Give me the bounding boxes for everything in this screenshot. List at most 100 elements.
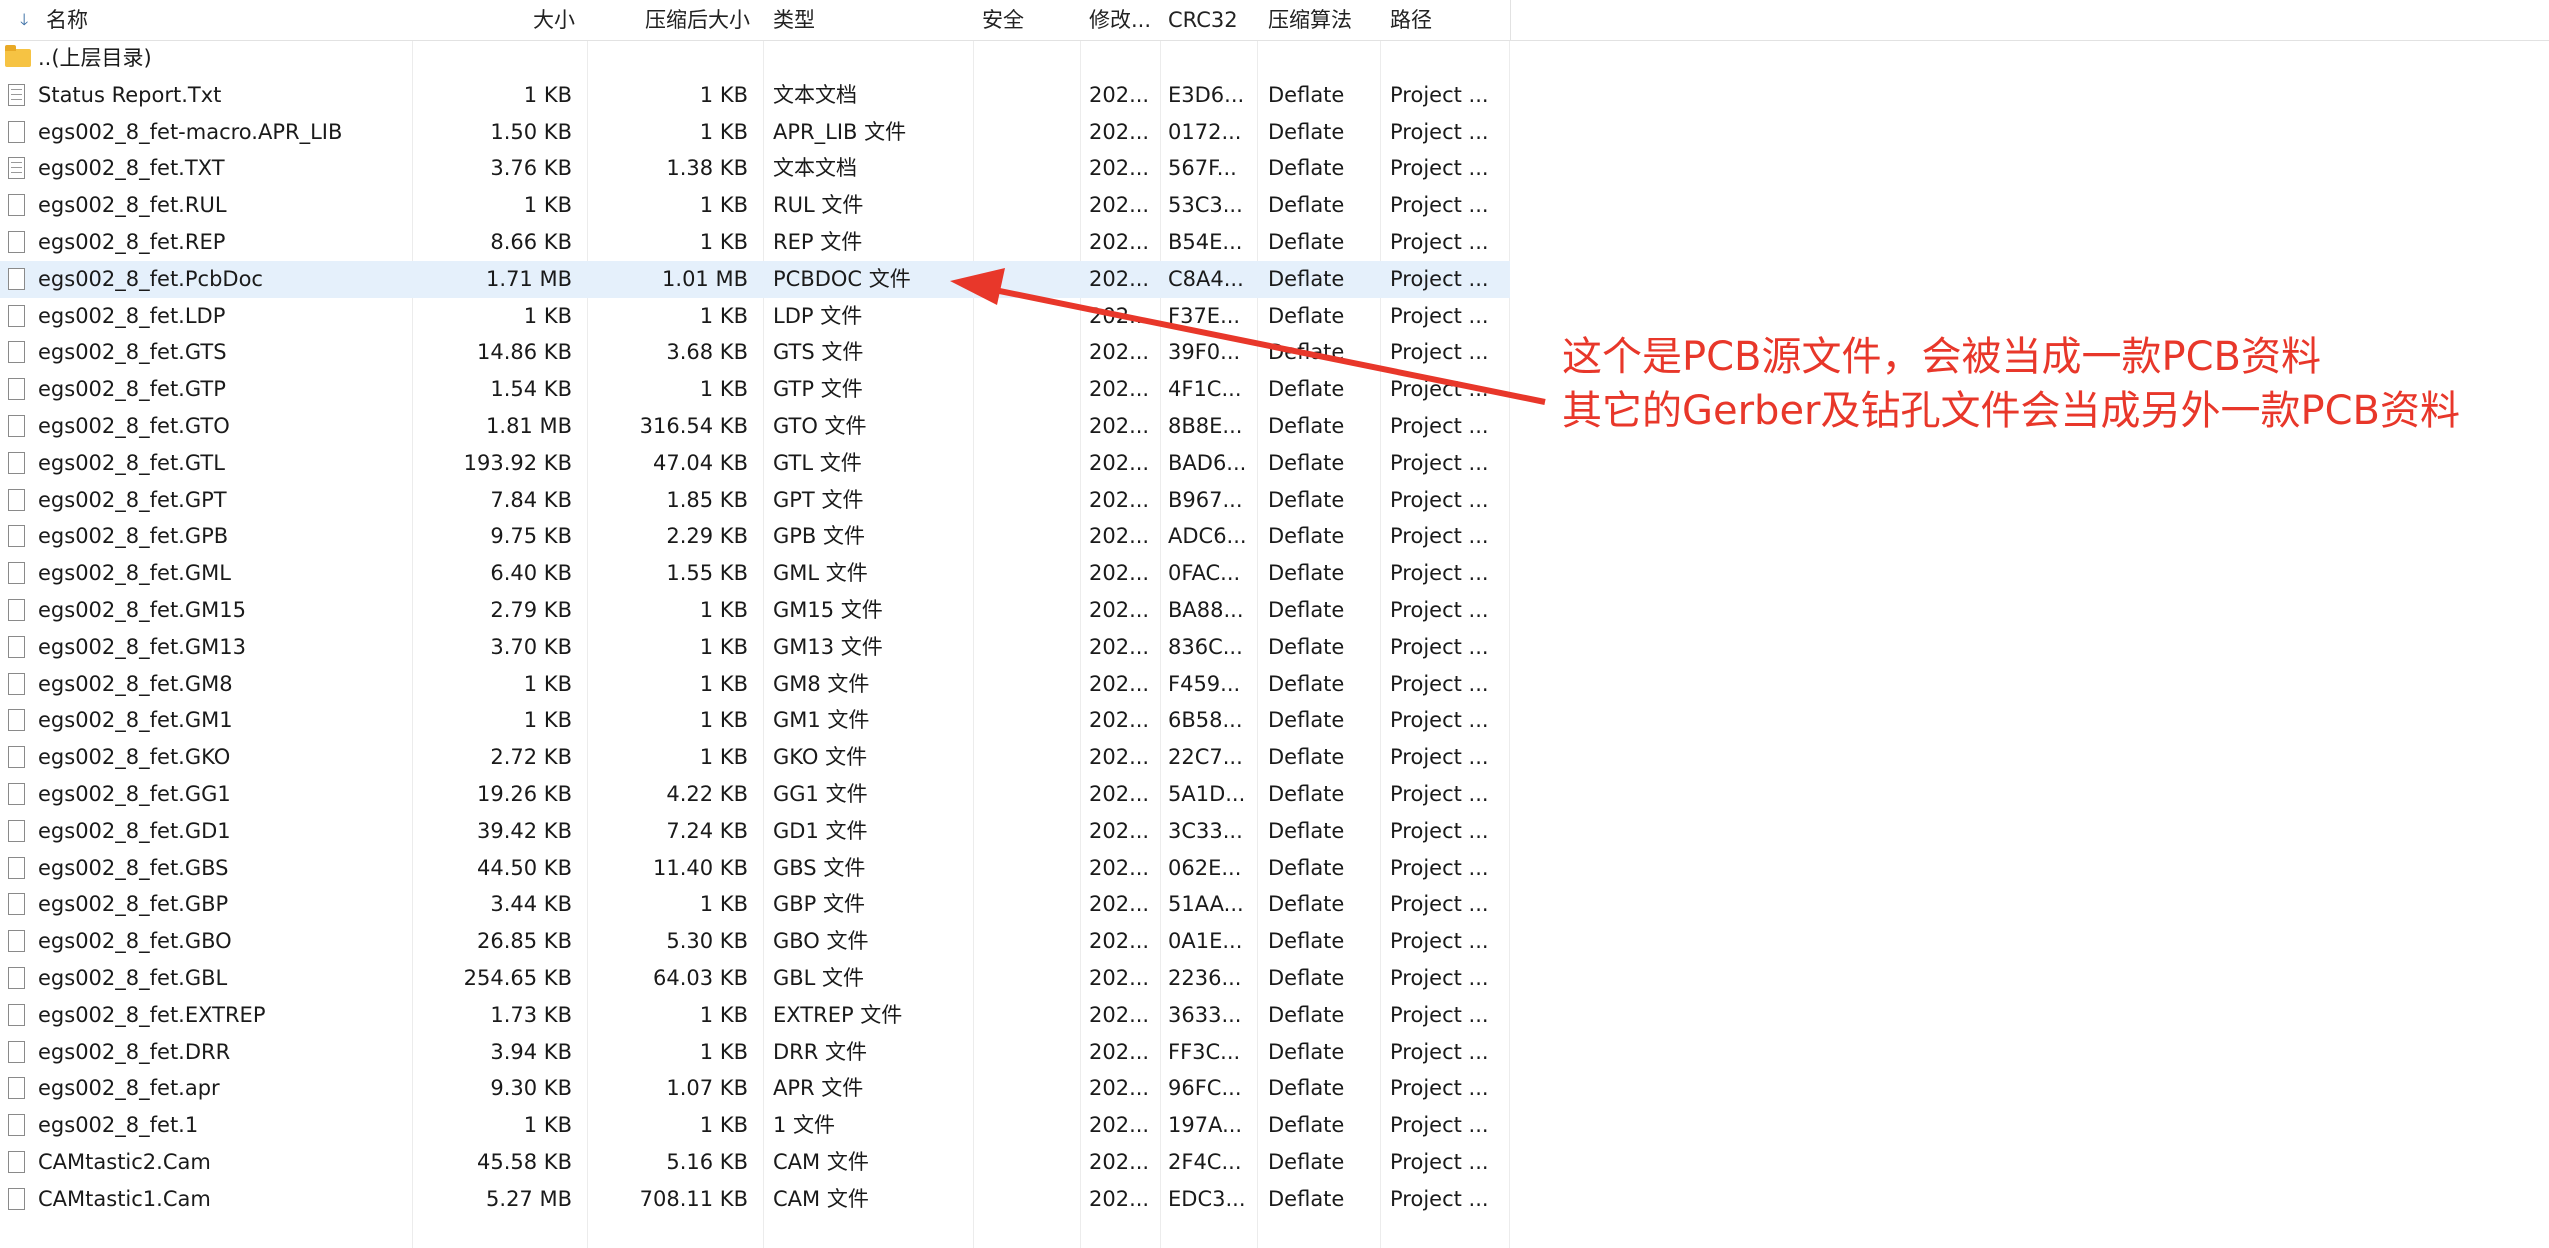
file-crc32: 3C33... [1168, 818, 1243, 843]
file-crc32: 53C3... [1168, 193, 1243, 218]
file-compressed-size: 1 KB [699, 82, 748, 107]
file-modified: 202... [1089, 1186, 1150, 1211]
parent-directory-row[interactable]: ..(上层目录) [0, 40, 1510, 77]
column-header-modified[interactable]: 修改... [1089, 0, 1151, 40]
file-row[interactable]: egs002_8_fet.GTS 14.86 KB 3.68 KB GTS 文件 202… [0, 334, 1510, 371]
column-header-path[interactable]: 路径 [1390, 0, 1432, 40]
column-header-crc32[interactable]: CRC32 [1168, 0, 1238, 40]
file-name: egs002_8_fet.EXTREP [38, 1002, 266, 1027]
sort-down-icon: 🡓 [20, 10, 29, 29]
column-header-size[interactable]: 大小 [420, 0, 575, 40]
file-row[interactable]: egs002_8_fet.REP 8.66 KB 1 KB REP 文件 202... B… [0, 224, 1510, 261]
file-name: egs002_8_fet.GKO [38, 745, 231, 770]
file-row[interactable]: egs002_8_fet.GTP 1.54 KB 1 KB GTP 文件 202... 4… [0, 371, 1510, 408]
file-row[interactable]: egs002_8_fet.GG1 19.26 KB 4.22 KB GG1 文件 202… [0, 776, 1510, 813]
file-type: GG1 文件 [773, 781, 868, 806]
file-type: GTS 文件 [773, 340, 864, 365]
file-modified: 202... [1089, 671, 1150, 696]
file-modified: 202... [1089, 1002, 1150, 1027]
file-size: 1.71 MB [486, 266, 572, 291]
file-row[interactable]: egs002_8_fet.TXT 3.76 KB 1.38 KB 文本文档 202...… [0, 150, 1510, 187]
file-crc32: 6B58... [1168, 708, 1243, 733]
file-modified: 202... [1089, 266, 1150, 291]
file-algorithm: Deflate [1268, 266, 1345, 291]
file-row[interactable]: Status Report.Txt 1 KB 1 KB 文本文档 202... E3D6.… [0, 77, 1510, 114]
file-row[interactable]: egs002_8_fet.GM8 1 KB 1 KB GM8 文件 202... F459… [0, 666, 1510, 703]
file-row[interactable]: egs002_8_fet-macro.APR_LIB 1.50 KB 1 KB APR… [0, 114, 1510, 151]
column-header-algorithm[interactable]: 压缩算法 [1268, 0, 1352, 40]
file-type: 文本文档 [773, 156, 857, 181]
file-algorithm: Deflate [1268, 524, 1345, 549]
file-row[interactable]: egs002_8_fet.DRR 3.94 KB 1 KB DRR 文件 202... F… [0, 1034, 1510, 1071]
file-row[interactable]: egs002_8_fet.GM15 2.79 KB 1 KB GM15 文件 202..… [0, 592, 1510, 629]
file-compressed-size: 11.40 KB [653, 855, 748, 880]
file-type: APR 文件 [773, 1076, 864, 1101]
file-modified: 202... [1089, 229, 1150, 254]
file-name: egs002_8_fet.REP [38, 229, 226, 254]
file-path: Project ... [1390, 597, 1489, 622]
file-row[interactable]: egs002_8_fet.EXTREP 1.73 KB 1 KB EXTREP 文件 2… [0, 997, 1510, 1034]
file-row[interactable]: egs002_8_fet.GML 6.40 KB 1.55 KB GML 文件 202.… [0, 555, 1510, 592]
file-row[interactable]: CAMtastic2.Cam 45.58 KB 5.16 KB CAM 文件 202..… [0, 1144, 1510, 1181]
file-type: GBP 文件 [773, 892, 866, 917]
column-header-security[interactable]: 安全 [982, 0, 1024, 40]
file-row[interactable]: egs002_8_fet.GTO 1.81 MB 316.54 KB GTO 文件 20… [0, 408, 1510, 445]
file-row[interactable]: egs002_8_fet.GBP 3.44 KB 1 KB GBP 文件 202... 5… [0, 886, 1510, 923]
file-compressed-size: 1 KB [699, 377, 748, 402]
annotation-line-1: 这个是PCB源文件，会被当成一款PCB资料 [1562, 334, 2321, 380]
text-file-icon [8, 157, 25, 180]
file-row[interactable]: egs002_8_fet.GM1 1 KB 1 KB GM1 文件 202... 6B58… [0, 702, 1510, 739]
file-icon [8, 819, 25, 842]
file-row[interactable]: egs002_8_fet.GKO 2.72 KB 1 KB GKO 文件 202... 2… [0, 739, 1510, 776]
file-path: Project ... [1390, 892, 1489, 917]
file-path: Project ... [1390, 1149, 1489, 1174]
column-header-name[interactable]: 名称 [46, 0, 88, 40]
file-compressed-size: 1 KB [699, 597, 748, 622]
file-modified: 202... [1089, 561, 1150, 586]
file-row[interactable]: egs002_8_fet.GBL 254.65 KB 64.03 KB GBL 文件 2… [0, 960, 1510, 997]
file-row[interactable]: egs002_8_fet.GTL 193.92 KB 47.04 KB GTL 文件 2… [0, 445, 1510, 482]
file-row[interactable]: egs002_8_fet.GBS 44.50 KB 11.40 KB GBS 文件 20… [0, 850, 1510, 887]
file-name: egs002_8_fet.GBL [38, 965, 228, 990]
file-type: GM15 文件 [773, 597, 883, 622]
file-path: Project ... [1390, 450, 1489, 475]
file-row[interactable]: egs002_8_fet.RUL 1 KB 1 KB RUL 文件 202... 53C3… [0, 187, 1510, 224]
file-row[interactable]: egs002_8_fet.LDP 1 KB 1 KB LDP 文件 202... F37E… [0, 298, 1510, 335]
file-path: Project ... [1390, 119, 1489, 144]
file-row[interactable]: egs002_8_fet.1 1 KB 1 KB 1 文件 202... 197A... D… [0, 1107, 1510, 1144]
file-row[interactable]: egs002_8_fet.GD1 39.42 KB 7.24 KB GD1 文件 202… [0, 813, 1510, 850]
file-row[interactable]: egs002_8_fet.GM13 3.70 KB 1 KB GM13 文件 202..… [0, 629, 1510, 666]
file-name: egs002_8_fet.apr [38, 1076, 220, 1101]
file-crc32: 39F0... [1168, 340, 1241, 365]
file-type: PCBDOC 文件 [773, 266, 911, 291]
file-path: Project ... [1390, 1039, 1489, 1064]
file-type: GM1 文件 [773, 708, 870, 733]
file-name: egs002_8_fet-macro.APR_LIB [38, 119, 343, 144]
column-header-type[interactable]: 类型 [773, 0, 815, 40]
file-row[interactable]: egs002_8_fet.GPB 9.75 KB 2.29 KB GPB 文件 202.… [0, 518, 1510, 555]
file-row-selected[interactable]: egs002_8_fet.PcbDoc 1.71 MB 1.01 MB PCBDOC … [0, 260, 1510, 298]
file-row[interactable]: CAMtastic1.Cam 5.27 MB 708.11 KB CAM 文件 202.… [0, 1181, 1510, 1218]
file-modified: 202... [1089, 450, 1150, 475]
file-row[interactable]: egs002_8_fet.GPT 7.84 KB 1.85 KB GPT 文件 202.… [0, 482, 1510, 519]
file-name: egs002_8_fet.GTP [38, 377, 226, 402]
file-modified: 202... [1089, 965, 1150, 990]
file-path: Project ... [1390, 1076, 1489, 1101]
file-name: egs002_8_fet.DRR [38, 1039, 231, 1064]
file-icon [8, 230, 25, 253]
file-crc32: F459... [1168, 671, 1241, 696]
column-header-compressed[interactable]: 压缩后大小 [590, 0, 750, 40]
file-size: 9.75 KB [490, 524, 572, 549]
file-icon [8, 893, 25, 916]
file-modified: 202... [1089, 781, 1150, 806]
file-path: Project ... [1390, 193, 1489, 218]
file-size: 1.73 KB [490, 1002, 572, 1027]
file-modified: 202... [1089, 892, 1150, 917]
file-algorithm: Deflate [1268, 1002, 1345, 1027]
file-path: Project ... [1390, 413, 1489, 438]
file-size: 26.85 KB [477, 929, 572, 954]
file-type: GD1 文件 [773, 818, 868, 843]
file-compressed-size: 7.24 KB [666, 818, 748, 843]
file-row[interactable]: egs002_8_fet.apr 9.30 KB 1.07 KB APR 文件 202.… [0, 1070, 1510, 1107]
file-row[interactable]: egs002_8_fet.GBO 26.85 KB 5.30 KB GBO 文件 202… [0, 923, 1510, 960]
